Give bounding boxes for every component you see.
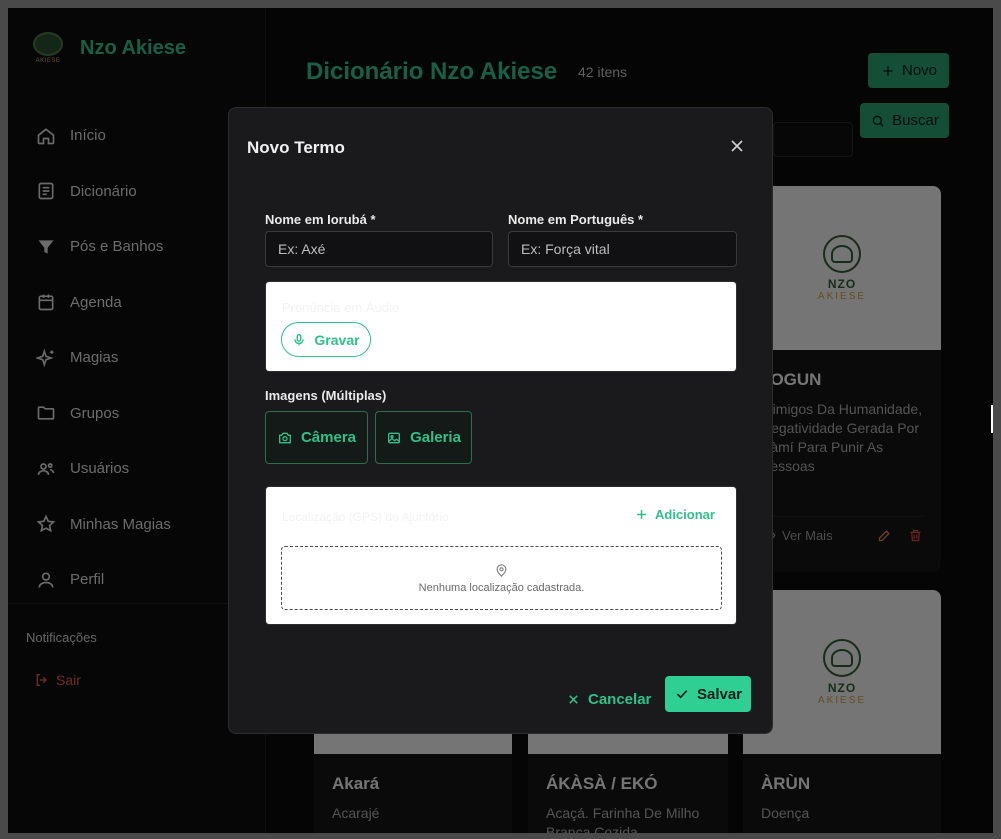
empty-location-text: Nenhuma localização cadastrada. — [418, 581, 585, 594]
add-location-label: Adicionar — [655, 507, 715, 522]
gallery-icon — [388, 432, 401, 443]
new-term-dialog: Novo Termo Nome em Iorubá * Nome em Port… — [228, 107, 773, 734]
check-icon — [676, 690, 688, 699]
audio-label: Pronúncia em Áudio — [282, 300, 400, 315]
camera-icon — [278, 432, 291, 443]
location-section: Localização (GPS) do Ajuntório Adicionar… — [265, 486, 737, 625]
microphone-icon — [294, 333, 305, 345]
add-location-button[interactable]: Adicionar — [634, 507, 715, 522]
gallery-label: Galeria — [410, 429, 461, 446]
cancel-button[interactable]: Cancelar — [566, 684, 651, 714]
portuguese-name-label: Nome em Português * — [508, 212, 644, 227]
close-icon — [569, 694, 578, 704]
empty-location-placeholder: Nenhuma localização cadastrada. — [281, 546, 722, 610]
camera-button[interactable]: Câmera — [265, 411, 368, 464]
location-label: Localização (GPS) do Ajuntório — [282, 510, 449, 524]
images-label: Imagens (Múltiplas) — [265, 388, 387, 403]
app-window: AKIESE Nzo Akiese Início Dicionário Pós … — [8, 8, 993, 833]
record-button[interactable]: Gravar — [281, 322, 371, 357]
audio-section: Pronúncia em Áudio Gravar — [265, 281, 737, 372]
gallery-button[interactable]: Galeria — [375, 411, 472, 464]
window-edge-marker — [991, 405, 993, 433]
save-button[interactable]: Salvar — [665, 676, 751, 712]
record-label: Gravar — [314, 331, 360, 348]
save-label: Salvar — [696, 685, 743, 703]
portuguese-name-input[interactable] — [508, 231, 737, 267]
plus-icon — [637, 510, 646, 519]
close-icon[interactable] — [727, 136, 747, 156]
camera-label: Câmera — [300, 429, 357, 446]
dialog-title: Novo Termo — [247, 138, 345, 157]
cancel-label: Cancelar — [588, 690, 652, 708]
yoruba-name-label: Nome em Iorubá * — [265, 212, 376, 227]
yoruba-name-input[interactable] — [265, 231, 493, 267]
map-pin-icon — [496, 563, 507, 577]
